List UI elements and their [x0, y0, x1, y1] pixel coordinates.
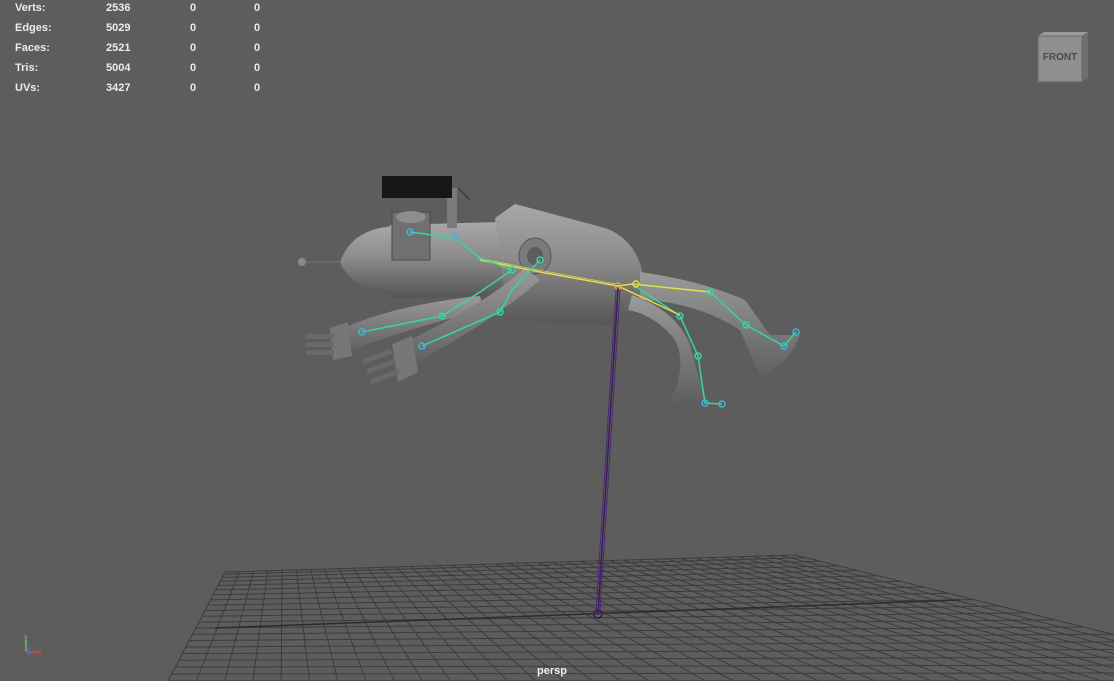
hud-label: Faces:	[15, 42, 50, 54]
hud-value-total: 2521	[106, 42, 131, 54]
hud-value-selected: 0	[190, 2, 197, 14]
hud-row-faces: Faces: 2521 0 0	[0, 42, 280, 58]
hud-value-selected: 0	[190, 82, 197, 94]
axis-x-label: x	[38, 650, 42, 657]
hud-value-total: 5004	[106, 62, 131, 74]
view-cube-face-label: FRONT	[1043, 52, 1077, 63]
hud-value-selected: 0	[190, 22, 197, 34]
hud-value-total: 2536	[106, 2, 131, 14]
ground-grid	[167, 554, 1114, 681]
hud-value-component: 0	[254, 62, 261, 74]
hud-row-verts: Verts: 2536 0 0	[0, 2, 280, 18]
perspective-viewport[interactable]	[0, 0, 1114, 681]
hud-value-component: 0	[254, 82, 261, 94]
hud-label: Tris:	[15, 62, 39, 74]
hud-row-edges: Edges: 5029 0 0	[0, 22, 280, 38]
view-cube[interactable]: FRONT	[1034, 30, 1090, 84]
hud-value-component: 0	[254, 22, 261, 34]
hud-label: UVs:	[15, 82, 41, 94]
hud-label: Verts:	[15, 2, 46, 14]
axis-gizmo: y z x	[24, 634, 42, 657]
hud-value-total: 3427	[106, 82, 131, 94]
axis-z-label: z	[28, 650, 32, 657]
hud-value-component: 0	[254, 2, 261, 14]
axis-y-label: y	[24, 634, 28, 641]
hud-value-component: 0	[254, 42, 261, 54]
hud-value-selected: 0	[190, 42, 197, 54]
camera-name-label: persp	[537, 665, 567, 677]
hud-value-total: 5029	[106, 22, 131, 34]
hud-row-uvs: UVs: 3427 0 0	[0, 82, 280, 98]
robot-model[interactable]	[298, 176, 800, 402]
hud-row-tris: Tris: 5004 0 0	[0, 62, 280, 78]
hud-label: Edges:	[15, 22, 52, 34]
hud-value-selected: 0	[190, 62, 197, 74]
